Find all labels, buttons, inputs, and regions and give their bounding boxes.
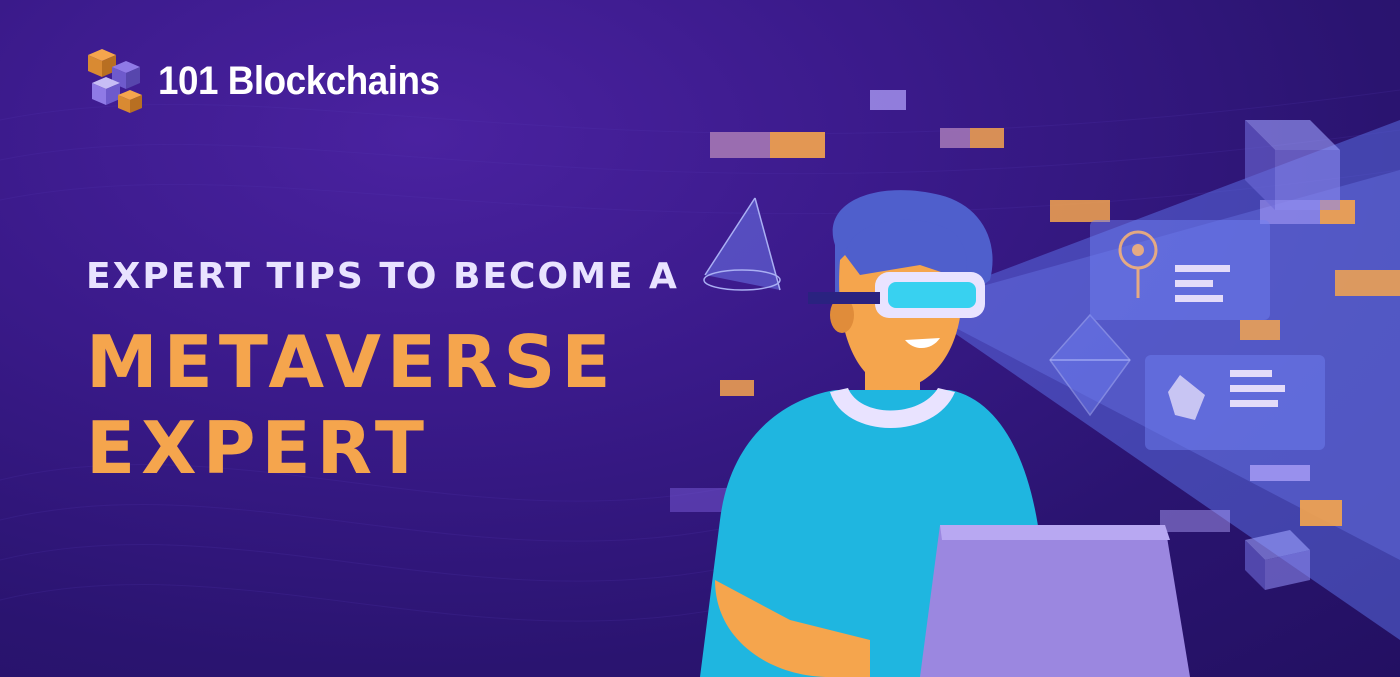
vr-user-illustration xyxy=(670,90,1400,677)
location-info-panel xyxy=(1090,220,1270,320)
headline-line-2: METAVERSE xyxy=(86,320,617,404)
headline-line-3: EXPERT xyxy=(86,406,430,490)
analytics-info-panel xyxy=(1145,355,1325,450)
brand-logo[interactable]: 101 Blockchains xyxy=(78,45,464,117)
logo-cubes-icon xyxy=(88,49,142,113)
laptop xyxy=(920,525,1190,677)
headline-line-1: EXPERT TIPS TO BECOME A xyxy=(86,256,679,297)
brand-name: 101 Blockchains xyxy=(158,58,440,103)
cone-icon xyxy=(703,197,781,291)
